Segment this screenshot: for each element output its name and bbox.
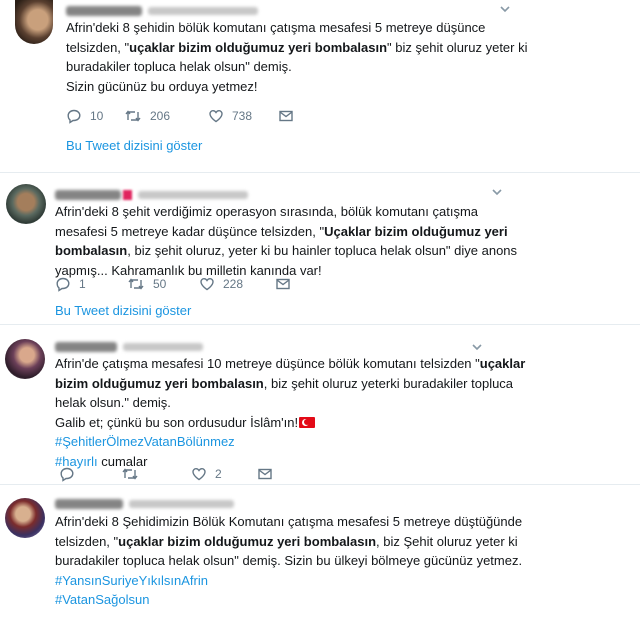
message-icon bbox=[279, 110, 293, 122]
message-icon bbox=[276, 278, 290, 290]
text-run: Afrin'de çatışma mesafesi 10 metreye düş… bbox=[55, 356, 480, 371]
text-run: mesafesi 5 metreye kadar düşünce telsizd… bbox=[55, 223, 325, 239]
tweet-actions: 10 206 738 bbox=[66, 108, 366, 126]
like-button[interactable]: 738 bbox=[208, 108, 252, 124]
like-icon bbox=[200, 277, 214, 291]
tweet-actions: 2 bbox=[55, 466, 355, 484]
tweet-actions: 1 50 228 bbox=[55, 276, 355, 294]
retweet-button[interactable] bbox=[121, 466, 147, 482]
text-run: buradakiler topluca helak olsun" demiş. bbox=[66, 59, 292, 74]
tweet-text-line: bombalasın, biz şehit oluruz, yeter ki b… bbox=[55, 241, 517, 261]
text-run: Galib et; çünkü bu son ordusudur İslâm'ı… bbox=[55, 414, 299, 430]
retweet-icon bbox=[125, 110, 141, 122]
reply-icon bbox=[56, 277, 70, 292]
bold-text: bizim olduğumuz yeri bombalasın bbox=[55, 375, 264, 391]
tweet-text-line: helak olsun." demiş. bbox=[55, 393, 525, 413]
like-icon bbox=[209, 109, 223, 123]
avatar[interactable] bbox=[6, 184, 46, 224]
like-button[interactable]: 2 bbox=[191, 466, 222, 482]
tweet-text: Afrin'deki 8 Şehidimizin Bölük Komutanı … bbox=[55, 512, 522, 610]
reply-count: 10 bbox=[90, 109, 104, 123]
tweet-author[interactable] bbox=[55, 186, 248, 200]
text-run: Afrin'deki 8 şehidin bölük komutanı çatı… bbox=[66, 20, 486, 35]
text-run: telsizden, " bbox=[66, 39, 130, 55]
tweet-text-line: Afrin'de çatışma mesafesi 10 metreye düş… bbox=[55, 354, 525, 374]
tweet-text: Afrin'de çatışma mesafesi 10 metreye düş… bbox=[55, 354, 525, 471]
tweet-text-line: #YansınSuriyeYıkılsınAfrin bbox=[55, 571, 522, 591]
text-run: , biz şehit oluruz, yeter ki bu hainler … bbox=[127, 243, 518, 258]
like-count: 738 bbox=[232, 109, 253, 123]
text-run: , biz şehit oluruz yeterki buradakiler t… bbox=[263, 375, 514, 391]
chevron-down-icon[interactable] bbox=[490, 185, 504, 199]
bold-text: uçaklar bbox=[479, 356, 526, 371]
retweet-icon bbox=[128, 278, 144, 290]
reply-icon bbox=[67, 109, 81, 124]
avatar[interactable] bbox=[5, 339, 45, 379]
tweet-text: Afrin'deki 8 şehidin bölük komutanı çatı… bbox=[66, 18, 528, 96]
tweet-3: Afrin'de çatışma mesafesi 10 metreye düş… bbox=[0, 324, 640, 484]
bold-text: uçaklar bizim olduğumuz yeri bombalasın bbox=[118, 533, 377, 549]
reply-icon bbox=[60, 467, 74, 482]
tweet-text: Afrin'deki 8 şehit verdiğimiz operasyon … bbox=[55, 202, 517, 280]
bold-text: bombalasın bbox=[55, 243, 128, 258]
tweet-text-line: #ŞehitlerÖlmezVatanBölünmez bbox=[55, 432, 525, 452]
bold-text: Uçaklar bizim olduğumuz yeri bbox=[324, 223, 508, 239]
avatar[interactable] bbox=[15, 0, 53, 44]
text-run: " biz şehit oluruz yeter ki bbox=[387, 39, 528, 55]
retweet-icon bbox=[122, 468, 138, 480]
message-button[interactable] bbox=[275, 276, 291, 292]
tweet-text-line: mesafesi 5 metreye kadar düşünce telsizd… bbox=[55, 222, 517, 242]
reply-button[interactable] bbox=[59, 466, 83, 482]
hashtag-link[interactable]: #ŞehitlerÖlmezVatanBölünmez bbox=[55, 434, 235, 449]
bold-text: uçaklar bizim olduğumuz yeri bombalasın bbox=[129, 39, 388, 55]
show-thread-link[interactable]: Bu Tweet dizisini göster bbox=[55, 303, 191, 318]
retweet-count: 206 bbox=[150, 109, 171, 123]
tweet-text-line: Afrin'deki 8 şehidin bölük komutanı çatı… bbox=[66, 18, 528, 38]
reply-button[interactable]: 1 bbox=[55, 276, 86, 292]
retweet-button[interactable]: 206 bbox=[124, 108, 170, 124]
message-button[interactable] bbox=[257, 466, 273, 482]
tweet-author[interactable] bbox=[55, 495, 234, 509]
show-thread-link[interactable]: Bu Tweet dizisini göster bbox=[66, 138, 202, 153]
message-button[interactable] bbox=[278, 108, 294, 124]
tweet-text-line: telsizden, "uçaklar bizim olduğumuz yeri… bbox=[55, 532, 522, 552]
message-icon bbox=[258, 468, 272, 480]
tweet-text-line: buradakiler topluca helak olsun" demiş. bbox=[66, 57, 528, 77]
tweet-text-line: Galib et; çünkü bu son ordusudur İslâm'ı… bbox=[55, 413, 525, 433]
turkey-flag-icon bbox=[299, 416, 316, 428]
tweet-text-line: #VatanSağolsun bbox=[55, 590, 522, 610]
hashtag-link[interactable]: #YansınSuriyeYıkılsınAfrin bbox=[55, 573, 208, 588]
text-run: buradakiler topluca helak olsun" demiş. … bbox=[55, 553, 523, 568]
like-icon bbox=[192, 467, 206, 481]
tweet-text-line: buradakiler topluca helak olsun" demiş. … bbox=[55, 551, 522, 571]
text-run: Sizin gücünüz bu orduya yetmez! bbox=[66, 78, 258, 94]
tweet-text-line: Afrin'deki 8 Şehidimizin Bölük Komutanı … bbox=[55, 512, 522, 532]
text-run: helak olsun." demiş. bbox=[55, 395, 171, 410]
reply-button[interactable]: 10 bbox=[66, 108, 103, 124]
retweet-count: 50 bbox=[153, 277, 167, 291]
tweet-4: Afrin'deki 8 Şehidimizin Bölük Komutanı … bbox=[0, 484, 640, 640]
text-run: telsizden, " bbox=[55, 533, 119, 549]
chevron-down-icon[interactable] bbox=[470, 340, 484, 354]
avatar[interactable] bbox=[5, 498, 45, 538]
text-run: Afrin'deki 8 şehit verdiğimiz operasyon … bbox=[55, 204, 479, 219]
like-count: 228 bbox=[223, 277, 244, 291]
hashtag-link[interactable]: #VatanSağolsun bbox=[55, 592, 149, 607]
tweet-text-line: telsizden, "uçaklar bizim olduğumuz yeri… bbox=[66, 38, 528, 58]
text-run: Afrin'deki 8 Şehidimizin Bölük Komutanı … bbox=[55, 514, 523, 529]
tweet-author[interactable] bbox=[66, 2, 258, 16]
tweet-text-line: Sizin gücünüz bu orduya yetmez! bbox=[66, 77, 528, 97]
tweet-author[interactable] bbox=[55, 338, 203, 352]
reply-count: 1 bbox=[79, 277, 86, 291]
like-count: 2 bbox=[215, 467, 222, 481]
tweet-2: Afrin'deki 8 şehit verdiğimiz operasyon … bbox=[0, 172, 640, 323]
chevron-down-icon[interactable] bbox=[498, 2, 512, 16]
tweet-1: Afrin'deki 8 şehidin bölük komutanı çatı… bbox=[0, 0, 640, 172]
retweet-button[interactable]: 50 bbox=[127, 276, 166, 292]
tweet-text-line: bizim olduğumuz yeri bombalasın, biz şeh… bbox=[55, 374, 525, 394]
text-run: , biz Şehit oluruz yeter ki bbox=[376, 533, 518, 549]
like-button[interactable]: 228 bbox=[199, 276, 243, 292]
tweet-text-line: Afrin'deki 8 şehit verdiğimiz operasyon … bbox=[55, 202, 517, 222]
